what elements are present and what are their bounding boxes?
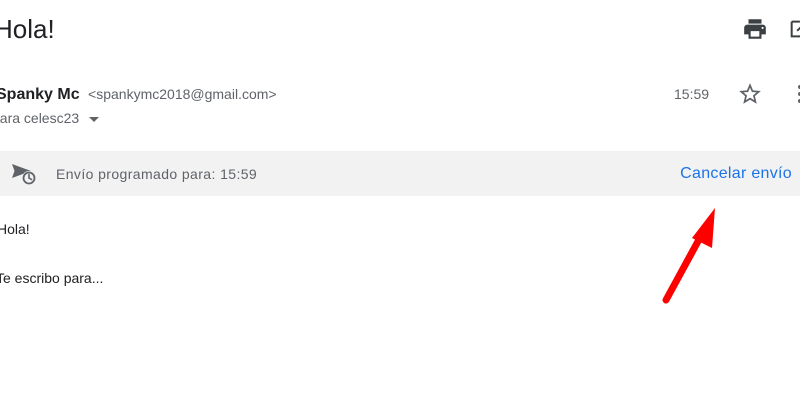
cancel-send-button[interactable]: Cancelar envío bbox=[680, 163, 792, 185]
scheduled-send-icon bbox=[10, 161, 38, 187]
sender-name: Spanky Mc bbox=[0, 86, 80, 103]
star-button[interactable] bbox=[737, 81, 763, 107]
more-options-button[interactable] bbox=[790, 82, 800, 106]
print-icon bbox=[744, 19, 766, 39]
recipient-details-toggle[interactable]: para celesc23 bbox=[0, 109, 100, 127]
caret-down-icon bbox=[89, 109, 100, 127]
email-time: 15:59 bbox=[674, 86, 710, 102]
email-body-greeting: Hola! bbox=[0, 221, 30, 237]
email-subject: Hola! bbox=[0, 14, 55, 44]
sender-info: Spanky Mc <spankymc2018@gmail.com> bbox=[0, 84, 277, 105]
scheduled-send-text: Envío programado para: 15:59 bbox=[56, 166, 258, 182]
star-outline-icon bbox=[739, 83, 761, 104]
scheduled-send-banner: Envío programado para: 15:59 Cancelar en… bbox=[0, 151, 800, 196]
open-in-new-window-button[interactable] bbox=[788, 18, 800, 40]
more-vert-icon bbox=[798, 85, 800, 103]
open-in-new-window-icon bbox=[790, 20, 800, 38]
email-body-text: Te escribo para... bbox=[0, 270, 104, 286]
sender-email: <spankymc2018@gmail.com> bbox=[88, 86, 277, 102]
print-button[interactable] bbox=[742, 16, 768, 42]
recipient-label: para celesc23 bbox=[0, 110, 80, 126]
red-arrow-icon bbox=[662, 208, 715, 304]
